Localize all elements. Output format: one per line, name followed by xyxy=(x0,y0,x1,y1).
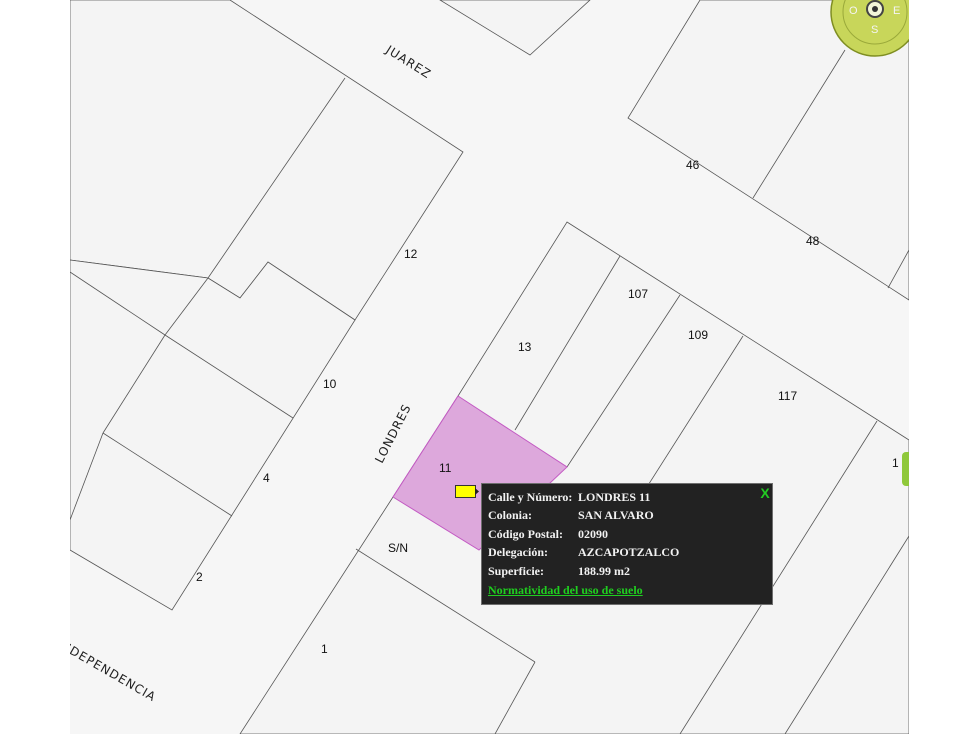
lot-number-109: 109 xyxy=(688,328,708,342)
map-edge-marker[interactable] xyxy=(902,452,909,486)
popup-row-superficie: Superficie: 188.99 m2 xyxy=(488,564,630,579)
lot-number-sn: S/N xyxy=(388,541,408,555)
popup-value-delegacion: AZCAPOTZALCO xyxy=(578,545,680,559)
popup-row-address: Calle y Número: LONDRES 11 xyxy=(488,490,650,505)
location-pin-icon[interactable] xyxy=(455,485,479,498)
cadastral-map[interactable]: JUAREZ LONDRES NDEPENDENCIA 46 48 12 107… xyxy=(70,0,909,734)
lot-number-13: 13 xyxy=(518,340,532,354)
compass-west-label: O xyxy=(849,5,858,17)
lot-number-4: 4 xyxy=(263,471,270,485)
map-app: JUAREZ LONDRES NDEPENDENCIA 46 48 12 107… xyxy=(0,0,979,734)
lot-number-1: 1 xyxy=(321,642,328,656)
popup-value-address: LONDRES 11 xyxy=(578,490,651,504)
lot-number-2: 2 xyxy=(196,570,203,584)
popup-key-delegacion: Delegación: xyxy=(488,545,548,559)
popup-value-postal-code: 02090 xyxy=(578,527,608,541)
popup-key-colonia: Colonia: xyxy=(488,508,533,522)
lot-number-46: 46 xyxy=(686,158,700,172)
lot-number-10: 10 xyxy=(323,377,337,391)
map-viewport[interactable]: JUAREZ LONDRES NDEPENDENCIA 46 48 12 107… xyxy=(70,0,909,734)
popup-row-delegacion: Delegación: AZCAPOTZALCO xyxy=(488,545,679,560)
lot-info-popup: X Calle y Número: LONDRES 11 Colonia: SAN … xyxy=(481,483,773,605)
lot-number-48: 48 xyxy=(806,234,820,248)
popup-key-address: Calle y Número: xyxy=(488,490,573,504)
lot-number-12: 12 xyxy=(404,247,418,261)
lot-number-117: 117 xyxy=(778,389,797,403)
lot-number-107: 107 xyxy=(628,287,648,301)
street-label-independencia: NDEPENDENCIA xyxy=(70,638,159,704)
land-use-regulation-link[interactable]: Normatividad del uso de suelo xyxy=(488,583,643,598)
popup-value-superficie: 188.99 m2 xyxy=(578,564,630,578)
popup-key-postal-code: Código Postal: xyxy=(488,527,563,541)
lot-number-11: 11 xyxy=(439,461,452,475)
popup-row-colonia: Colonia: SAN ALVARO xyxy=(488,508,654,523)
lot-number-edge: 1 xyxy=(892,456,899,470)
popup-value-colonia: SAN ALVARO xyxy=(578,508,654,522)
compass-south-label: S xyxy=(871,24,878,36)
street-label-londres: LONDRES xyxy=(372,402,414,466)
popup-row-postal-code: Código Postal: 02090 xyxy=(488,527,608,542)
compass-east-label: E xyxy=(893,5,900,17)
popup-key-superficie: Superficie: xyxy=(488,564,544,578)
popup-close-button[interactable]: X xyxy=(759,486,771,500)
block-top xyxy=(439,0,591,56)
street-label-juarez: JUAREZ xyxy=(383,42,434,81)
